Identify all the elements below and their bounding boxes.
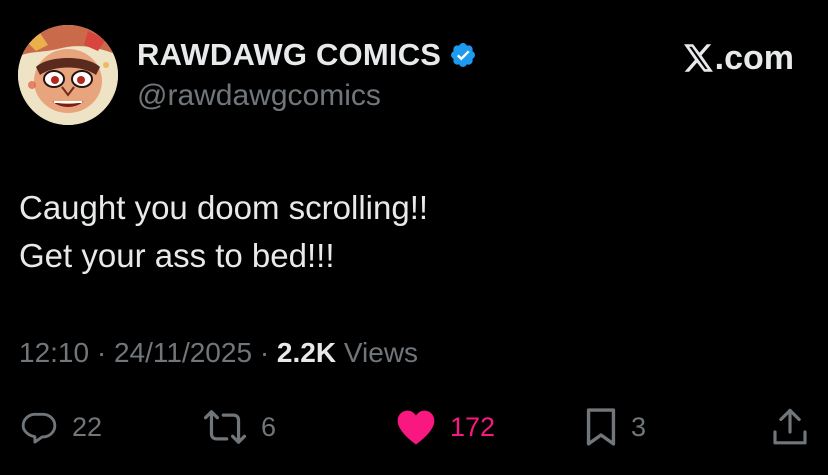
views-count: 2.2K (276, 337, 337, 368)
tweet-time[interactable]: 12:10 (19, 337, 89, 368)
heart-icon (397, 410, 435, 445)
repost-icon (203, 410, 247, 444)
like-button[interactable]: 172 (396, 404, 495, 450)
reply-icon (21, 412, 57, 444)
avatar[interactable] (18, 25, 118, 125)
brand-domain-text: .com (714, 39, 794, 77)
share-button[interactable] (771, 404, 809, 450)
like-count: 172 (450, 411, 496, 442)
author-handle[interactable]: @rawdawgcomics (137, 79, 381, 113)
tweet-text: Caught you doom scrolling!! Get your ass… (19, 189, 429, 274)
share-icon (773, 408, 807, 445)
bookmark-icon (586, 408, 616, 446)
bookmark-button[interactable]: 3 (585, 404, 646, 450)
reply-count: 22 (72, 411, 103, 442)
reply-button[interactable]: 22 (20, 404, 102, 450)
views-label: Views (343, 337, 419, 368)
repost-button[interactable]: 6 (203, 404, 276, 450)
author-display-name[interactable]: RAWDAWG COMICS (137, 37, 441, 73)
repost-count: 6 (261, 411, 277, 442)
bookmark-count: 3 (631, 411, 647, 442)
action-bar: 22 6 172 3 (0, 404, 828, 450)
brand-watermark: .com (683, 37, 794, 79)
x-logo-icon (683, 44, 713, 72)
verified-badge-icon (451, 43, 476, 67)
cartoon-face-avatar-icon (18, 25, 118, 125)
meta-separator: · (96, 337, 107, 368)
author-name-row[interactable]: RAWDAWG COMICS (137, 37, 477, 73)
tweet-meta: 12:10 · 24/11/2025 · 2.2K Views (19, 334, 418, 372)
tweet-date[interactable]: 24/11/2025 (114, 337, 252, 368)
meta-separator: · (259, 337, 270, 368)
